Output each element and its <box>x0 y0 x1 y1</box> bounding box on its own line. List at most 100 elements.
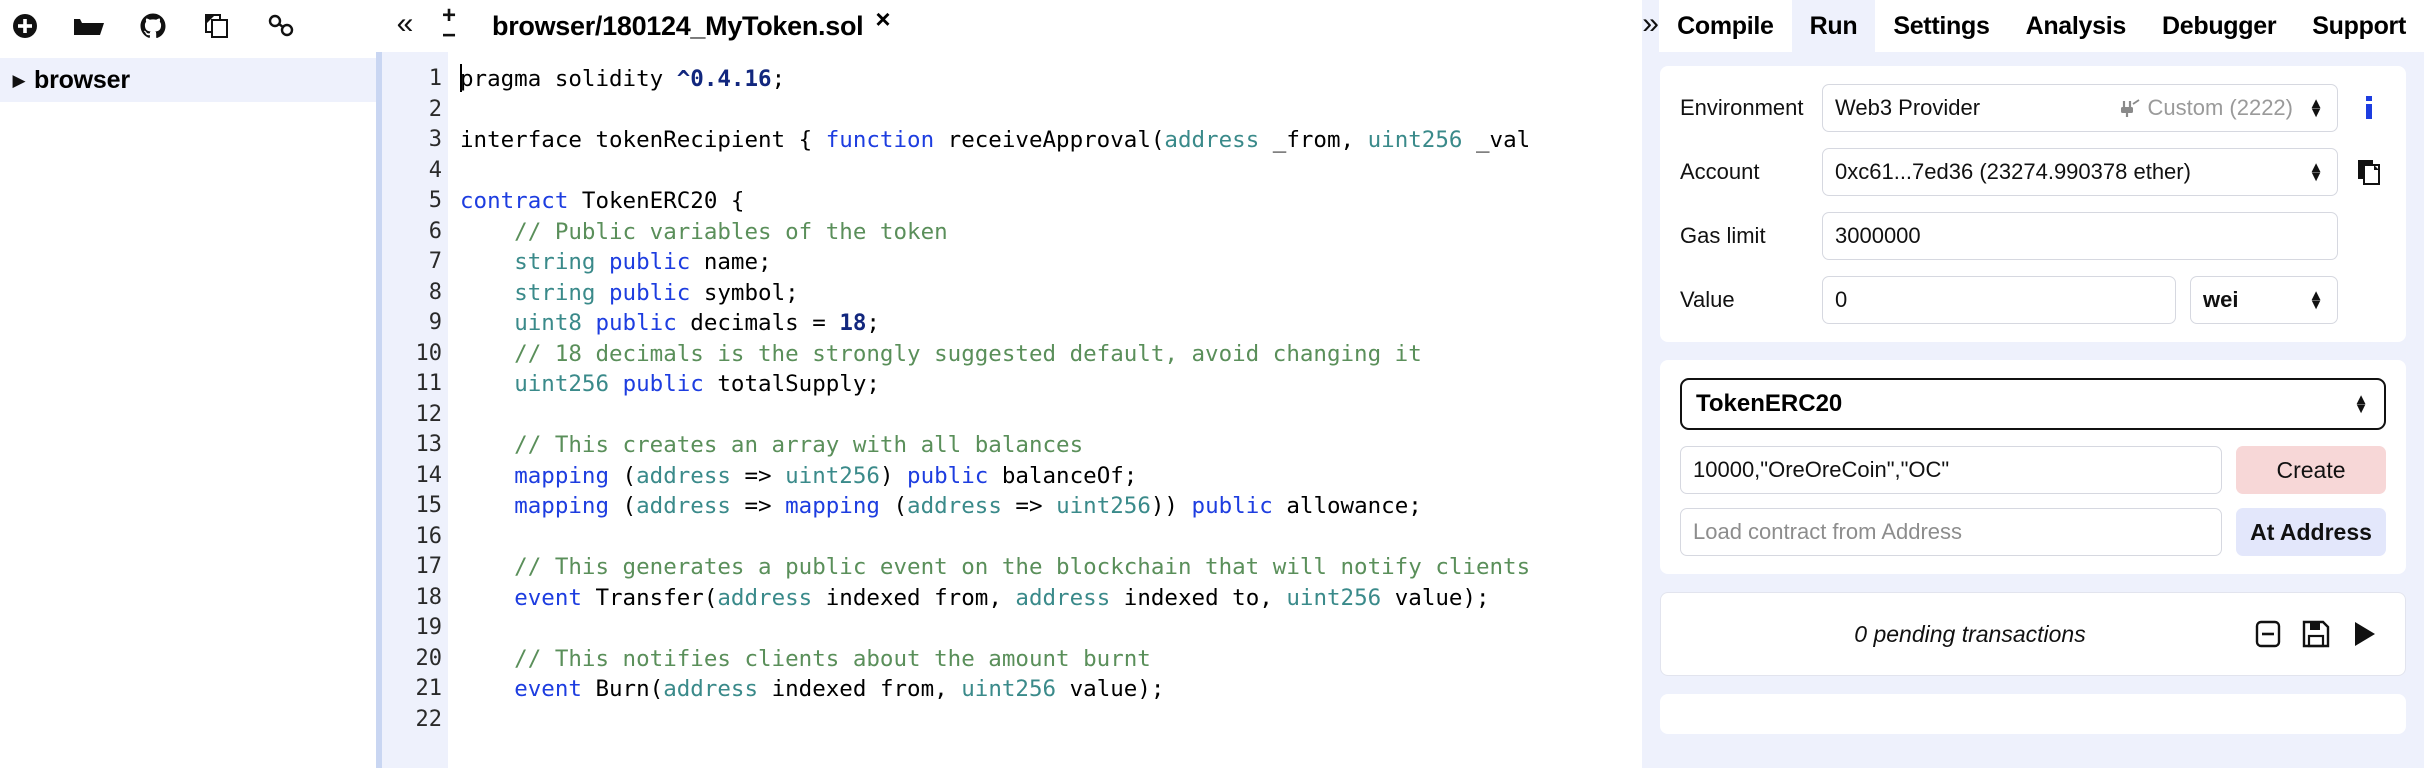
line-number: 8 <box>428 279 442 305</box>
chevron-updown-icon[interactable]: ▲ ▼ <box>2307 160 2325 184</box>
chevron-right-icon[interactable]: ▶ <box>8 69 30 91</box>
code-line: // This creates an array with all balanc… <box>460 432 1084 458</box>
account-value: 0xc61...7ed36 (23274.990378 ether) <box>1835 159 2191 184</box>
gas-limit-value: 3000000 <box>1835 223 1921 248</box>
chevron-updown-icon[interactable]: ▲ ▼ <box>2352 392 2370 416</box>
code-line: mapping (address => uint256) public bala… <box>514 462 1138 489</box>
github-icon[interactable] <box>136 9 170 43</box>
load-address-input[interactable]: Load contract from Address <box>1680 508 2222 556</box>
gas-limit-label: Gas limit <box>1680 223 1766 248</box>
value-input[interactable]: 0 <box>1822 276 2176 324</box>
value-label: Value <box>1680 287 1735 312</box>
environment-value: Web3 Provider <box>1835 95 1981 120</box>
line-number: 13 <box>415 432 443 457</box>
line-number: 20 <box>415 645 443 671</box>
contract-deploy-card: TokenERC20 ▲ ▼ 10000,"OreOreCoin","OC" Cr… <box>1660 360 2406 574</box>
file-tree-item-browser[interactable]: ▶ browser <box>0 58 382 102</box>
code-line: mapping (address => mapping (address => … <box>514 493 1422 519</box>
file-tab-label: browser/180124_MyToken.sol <box>492 10 864 41</box>
tab-bar-empty-area <box>904 0 1642 52</box>
line-number: 12 <box>415 401 443 427</box>
save-icon[interactable] <box>2301 619 2331 649</box>
line-number: 3 <box>428 127 442 152</box>
constructor-args-value: 10000,"OreOreCoin","OC" <box>1693 457 1950 482</box>
code-line: interface tokenRecipient { function rece… <box>460 127 1531 153</box>
chevron-updown-icon[interactable]: ▲ ▼ <box>2307 288 2325 312</box>
environment-detail: Custom (2222) <box>2147 95 2293 120</box>
code-line: // 18 decimals is the strongly suggested… <box>460 340 1422 367</box>
constructor-args-input[interactable]: 10000,"OreOreCoin","OC" <box>1680 446 2222 494</box>
contract-select[interactable]: TokenERC20 ▲ ▼ <box>1680 378 2386 430</box>
file-tree: ▶ browser <box>0 52 382 102</box>
right-panel: » Compile Run Settings Analysis Debugger Supp… <box>1642 0 2424 768</box>
line-number: 6 <box>428 218 442 244</box>
editor-right-edge <box>1634 52 1642 768</box>
add-file-icon[interactable] <box>8 9 42 43</box>
environment-label: Environment <box>1680 95 1804 120</box>
line-number: 15 <box>415 493 443 518</box>
file-explorer-sidebar: ▶ browser <box>0 0 382 768</box>
tab-debugger[interactable]: Debugger <box>2144 0 2295 52</box>
line-number: 11 <box>415 371 443 396</box>
gas-limit-row: Gas limit 3000000 <box>1680 212 2386 260</box>
copy-account-icon[interactable] <box>2352 158 2386 186</box>
line-number: 10 <box>415 340 443 366</box>
tab-compile[interactable]: Compile <box>1659 0 1792 52</box>
code-editor-panel: « + − browser/180124_MyToken.sol × 12345… <box>382 0 1642 768</box>
expand-panel-icon[interactable]: » <box>1642 0 1659 52</box>
code-line: // This notifies clients about the amoun… <box>460 645 1151 672</box>
line-number: 22 <box>415 706 443 732</box>
editor-zoom-controls: + − <box>428 0 470 52</box>
collapse-sidebar-icon[interactable]: « <box>382 0 428 52</box>
pending-transactions-card: 0 pending transactions <box>1660 592 2406 676</box>
chevron-updown-icon[interactable]: ▲ ▼ <box>2307 96 2325 120</box>
create-button[interactable]: Create <box>2236 446 2386 494</box>
tab-settings[interactable]: Settings <box>1875 0 2008 52</box>
account-select[interactable]: 0xc61...7ed36 (23274.990378 ether) ▲ ▼ <box>1822 148 2338 196</box>
tab-run[interactable]: Run <box>1791 0 1876 52</box>
remix-ide-window: ▶ browser « + − browser/180124_MyToken.s… <box>0 0 2424 768</box>
code-line: contract TokenERC20 { <box>460 188 745 214</box>
code-line: pragma solidity ^0.4.16; <box>460 66 786 92</box>
minus-box-icon[interactable] <box>2253 619 2283 649</box>
line-number: 5▼ <box>382 186 462 217</box>
tab-support[interactable]: Support <box>2294 0 2424 52</box>
value-unit-select[interactable]: wei ▲ ▼ <box>2190 276 2338 324</box>
file-explorer-toolbar <box>0 0 382 52</box>
close-icon[interactable]: × <box>875 4 890 35</box>
line-number: 4 <box>428 157 442 183</box>
line-number: 14 <box>415 462 443 488</box>
line-number: 19 <box>415 615 443 640</box>
link-icon[interactable] <box>264 9 298 43</box>
line-number: 17 <box>415 554 443 579</box>
code-line: string public name; <box>514 249 772 275</box>
line-number: 18 <box>415 584 443 610</box>
copy-files-icon[interactable] <box>200 9 234 43</box>
tab-analysis[interactable]: Analysis <box>2007 0 2144 52</box>
line-number: 2 <box>428 96 442 122</box>
run-settings-card: Environment Web3 Provider Custom (2222) <box>1660 66 2406 342</box>
panel-tail-card <box>1660 694 2406 734</box>
code-line: event Burn(address indexed from, uint256… <box>514 676 1165 702</box>
run-play-icon[interactable] <box>2349 619 2379 649</box>
environment-select[interactable]: Web3 Provider Custom (2222) ▲ ▼ <box>1822 84 2338 132</box>
open-folder-icon[interactable] <box>72 9 106 43</box>
gas-limit-input[interactable]: 3000000 <box>1822 212 2338 260</box>
file-tab-mytoken[interactable]: browser/180124_MyToken.sol × <box>470 0 905 52</box>
at-address-button[interactable]: At Address <box>2236 508 2386 556</box>
load-address-placeholder: Load contract from Address <box>1693 519 1963 544</box>
line-number-gutter: 12345▼678910111213141516171819202122 <box>382 52 462 768</box>
line-number: 1 <box>428 66 442 91</box>
transaction-actions <box>2253 619 2379 649</box>
zoom-out-button[interactable]: − <box>442 24 456 48</box>
code-text-area[interactable]: pragma solidity ^0.4.16; interface token… <box>448 52 1642 768</box>
file-tree-item-label: browser <box>34 65 130 94</box>
info-icon[interactable] <box>2352 93 2386 123</box>
code-line: // Public variables of the token <box>460 218 948 245</box>
create-row: 10000,"OreOreCoin","OC" Create <box>1680 446 2386 494</box>
plug-icon <box>2118 98 2140 118</box>
